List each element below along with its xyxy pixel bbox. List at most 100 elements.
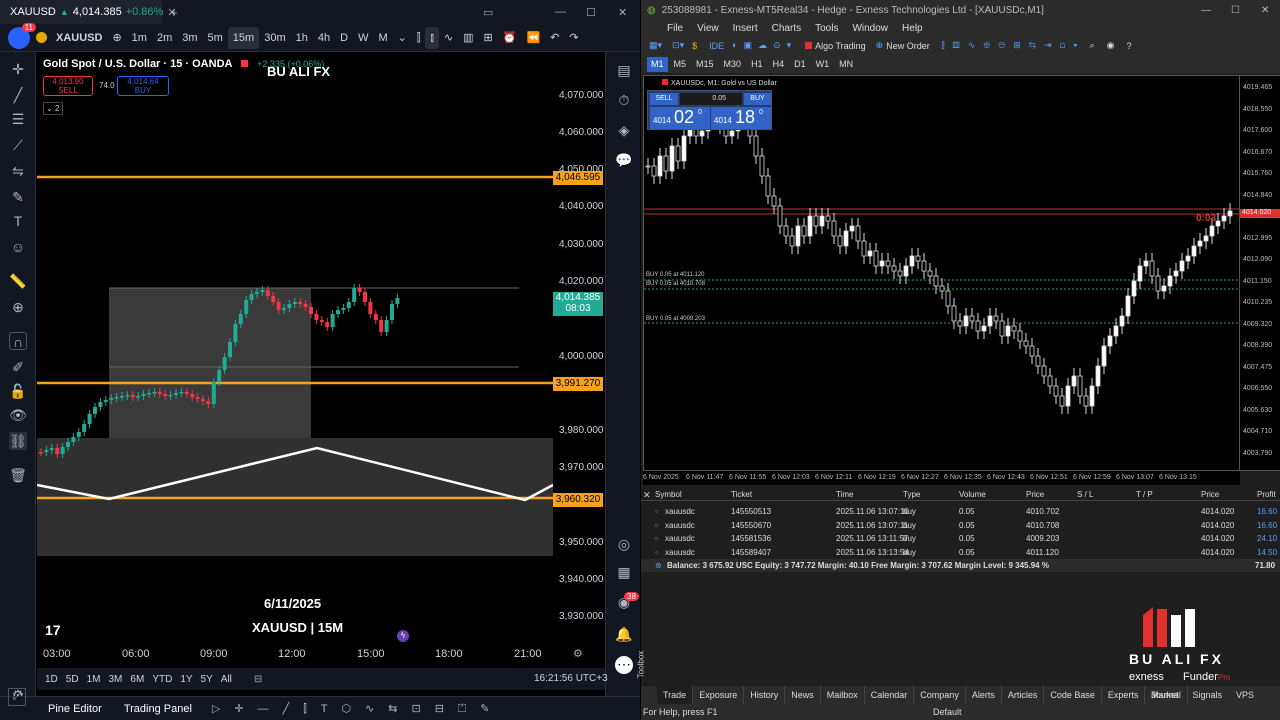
text-icon[interactable]: T xyxy=(9,212,27,230)
mt-tf-H4[interactable]: H4 xyxy=(769,57,789,72)
tf-15m[interactable]: 15m xyxy=(227,26,260,49)
templates-icon[interactable]: ▥ xyxy=(458,27,478,49)
tf-1h[interactable]: 1h xyxy=(291,27,313,49)
range-3M[interactable]: 3M xyxy=(109,674,123,685)
fib-icon[interactable]: ☰ xyxy=(9,110,27,128)
redo-icon[interactable]: ↷ xyxy=(564,27,583,49)
trash-icon[interactable]: 🗑 xyxy=(9,466,27,484)
menu-file[interactable]: File xyxy=(667,23,683,34)
mt-tf-D1[interactable]: D1 xyxy=(790,57,810,72)
menu-insert[interactable]: Insert xyxy=(733,23,758,34)
mt5-chart[interactable]: XAUUSDc, M1: Gold vs US Dollar SELL 0.05… xyxy=(643,75,1240,471)
range-5D[interactable]: 5D xyxy=(66,674,79,685)
indicators-icon[interactable]: ∿ xyxy=(439,27,458,49)
zoom-icon[interactable]: ⊕ xyxy=(9,298,27,316)
compare-icon[interactable]: ⊕ xyxy=(107,27,126,49)
mt5-close-icon[interactable]: ✕ xyxy=(1261,5,1269,16)
tab-history[interactable]: History xyxy=(744,686,786,704)
sell-button[interactable]: 4,013.90 SELL xyxy=(43,76,93,96)
account-icon[interactable]: ◉ xyxy=(1107,40,1115,51)
alerts-clock-icon[interactable]: ⏱ xyxy=(615,92,633,110)
help-icon[interactable]: ? xyxy=(1127,41,1132,51)
range-5Y[interactable]: 5Y xyxy=(201,674,213,685)
tf-2m[interactable]: 2m xyxy=(152,27,177,49)
column-header[interactable]: Ticket xyxy=(731,490,752,499)
time-settings-icon[interactable]: ⚙ xyxy=(573,647,583,660)
column-header[interactable]: Profit xyxy=(1257,490,1276,499)
tab-trade[interactable]: Trade xyxy=(657,686,694,704)
eye-icon[interactable]: 👁 xyxy=(9,406,27,424)
table-row[interactable]: ▫ xauusdc 145581536 2025.11.06 13:11:57 buy 0… xyxy=(641,532,1280,545)
toolbar-icons[interactable]: ◐▣☁⊙▾ xyxy=(732,40,797,51)
tf-4h[interactable]: 4h xyxy=(313,27,335,49)
mt-tf-MN[interactable]: MN xyxy=(835,57,857,72)
pattern-icon[interactable]: ⟋ xyxy=(9,136,27,154)
column-header[interactable]: Symbol xyxy=(655,490,682,499)
search-icon[interactable]: ⌕ xyxy=(1090,40,1095,51)
tv-clock[interactable]: 16:21:56 UTC+3 xyxy=(534,673,608,684)
tab-alerts[interactable]: Alerts xyxy=(966,686,1002,704)
toolbox-label[interactable]: Toolbox xyxy=(636,651,645,679)
oc-sell-button[interactable]: SELL xyxy=(650,93,678,105)
replay-icon[interactable]: ⏪ xyxy=(521,27,545,49)
range-1Y[interactable]: 1Y xyxy=(180,674,192,685)
mt-tf-M1[interactable]: M1 xyxy=(647,56,668,72)
avatar[interactable]: 11 xyxy=(8,22,36,49)
oc-bid-price[interactable]: 4014 02 0 xyxy=(650,107,710,129)
tf-1m[interactable]: 1m xyxy=(127,27,152,49)
layers-icon[interactable]: ◈ xyxy=(615,122,633,140)
magnet-icon[interactable]: ∩ xyxy=(9,332,27,350)
tf-D[interactable]: D xyxy=(335,27,353,49)
symbol-search[interactable]: XAUUSD xyxy=(51,27,107,49)
tab-calendar[interactable]: Calendar xyxy=(865,686,915,704)
mt-tf-M15[interactable]: M15 xyxy=(692,57,718,72)
tf-W[interactable]: W xyxy=(353,27,373,49)
table-row[interactable]: ▫ xauusdc 145550513 2025.11.06 13:07:10 buy 0… xyxy=(641,505,1280,518)
maximize-icon[interactable]: ☐ xyxy=(586,6,596,19)
mt-tf-M5[interactable]: M5 xyxy=(670,57,691,72)
lock-icon[interactable]: 🔓 xyxy=(9,382,27,400)
mt-tf-W1[interactable]: W1 xyxy=(812,57,834,72)
target-icon[interactable]: ◎ xyxy=(615,536,633,554)
tf-5m[interactable]: 5m xyxy=(203,27,228,49)
range-1M[interactable]: 1M xyxy=(87,674,101,685)
tf-30m[interactable]: 30m xyxy=(259,27,290,49)
range-All[interactable]: All xyxy=(221,674,232,685)
buy-button[interactable]: 4,014.64 BUY xyxy=(117,76,169,96)
chart-new-icon[interactable]: ▦▾ xyxy=(649,40,662,51)
tab-vps[interactable]: VPS xyxy=(1236,690,1254,700)
minimize-icon[interactable]: — xyxy=(555,6,566,18)
mt5-maximize-icon[interactable]: ☐ xyxy=(1231,5,1240,16)
crosshair-icon[interactable]: ✛ xyxy=(9,60,27,78)
tv-tab[interactable]: XAUUSD ▲ 4,014.385 +0.86% ✕ xyxy=(0,0,177,24)
menu-charts[interactable]: Charts xyxy=(772,23,801,34)
tv-price-axis[interactable]: 4,070.000 4,060.000 4,050.000 4,040.000 4,03… xyxy=(553,52,605,642)
indicators-collapse[interactable]: ⌄ 2 xyxy=(43,102,63,115)
mt-tf-H1[interactable]: H1 xyxy=(747,57,767,72)
column-header[interactable]: Volume xyxy=(959,490,986,499)
trendline-icon[interactable]: ╱ xyxy=(9,86,27,104)
oc-lot-input[interactable]: 0.05 xyxy=(680,93,742,105)
chat-icon[interactable]: 💬 xyxy=(615,152,633,170)
range-YTD[interactable]: YTD xyxy=(152,674,172,685)
bar-style-icon[interactable]: ⫾ xyxy=(425,26,439,49)
tf-M[interactable]: M xyxy=(373,27,392,49)
expand-icon[interactable]: ⤢ xyxy=(8,688,26,706)
menu-window[interactable]: Window xyxy=(852,23,888,34)
table-row[interactable]: ▫ xauusdc 145589407 2025.11.06 13:13:54 buy 0… xyxy=(641,546,1280,559)
lock-draw-icon[interactable]: ✐ xyxy=(9,358,27,376)
menu-view[interactable]: View xyxy=(697,23,719,34)
mt-tf-M30[interactable]: M30 xyxy=(720,57,746,72)
tab-articles[interactable]: Articles xyxy=(1002,686,1045,704)
watchlist-icon[interactable]: ▤ xyxy=(615,62,633,80)
trading-panel-tab[interactable]: Trading Panel xyxy=(114,703,202,715)
dollar-icon[interactable]: $ xyxy=(692,41,697,51)
algo-trading-button[interactable]: Algo Trading xyxy=(805,41,866,51)
tab-code-base[interactable]: Code Base xyxy=(1044,686,1102,704)
layout-icon[interactable]: ▭ xyxy=(483,6,493,19)
tab-signals[interactable]: Signals xyxy=(1193,690,1223,700)
profiles-icon[interactable]: ⊡▾ xyxy=(672,40,684,51)
tf-dropdown-icon[interactable]: ⌄ xyxy=(393,27,412,49)
date-range-icon[interactable]: ⊟ xyxy=(254,674,262,685)
tab-news[interactable]: News xyxy=(785,686,821,704)
